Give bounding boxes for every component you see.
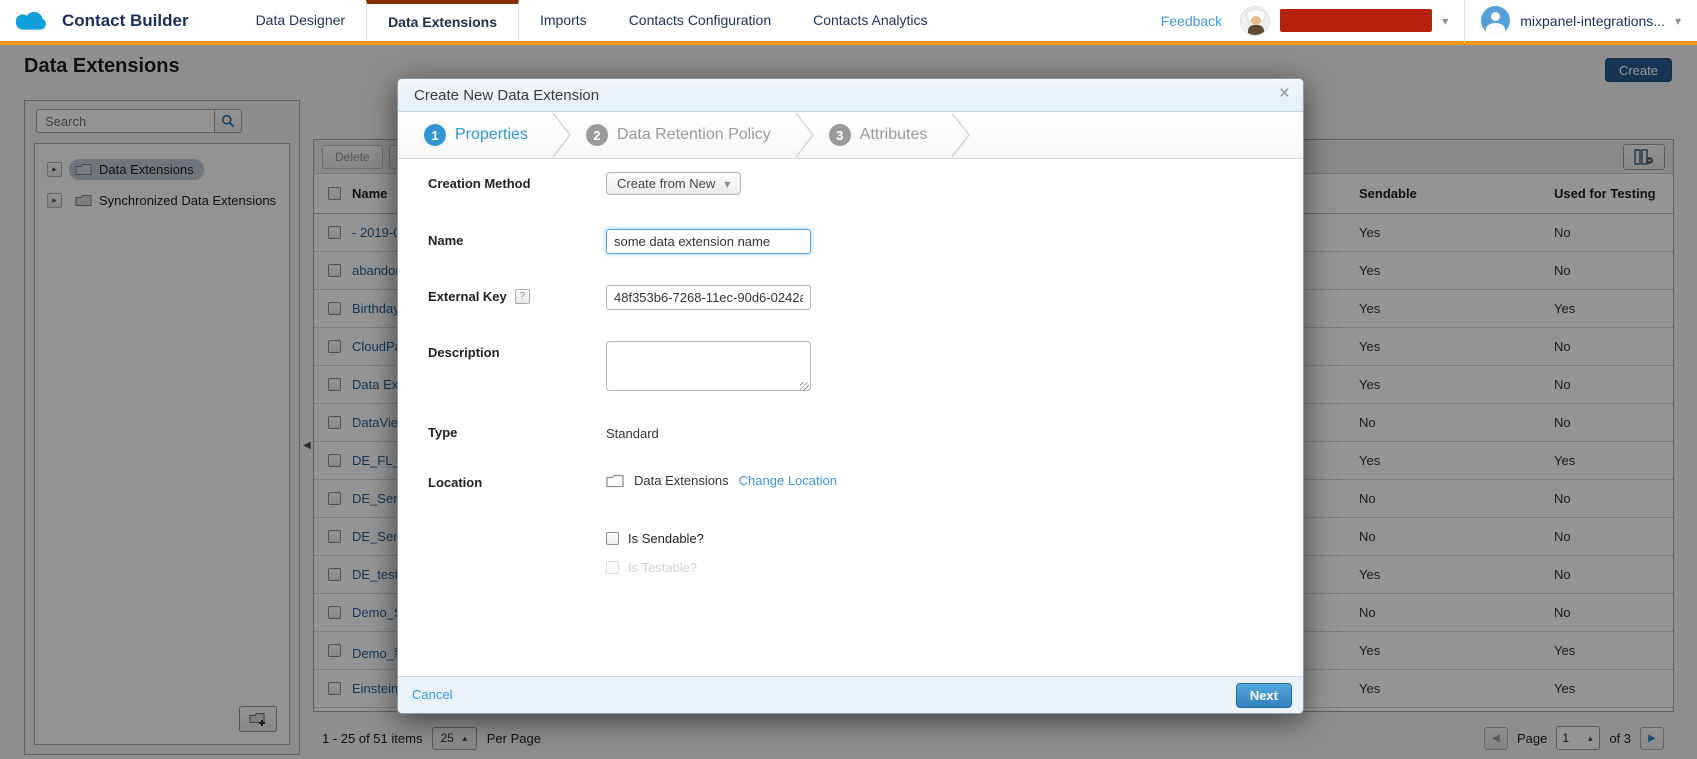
is-testable-label: Is Testable? [628, 560, 697, 575]
type-label: Type [428, 425, 457, 440]
folder-icon [606, 474, 624, 488]
redacted-account-selector[interactable] [1280, 9, 1432, 32]
tab-data-designer[interactable]: Data Designer [235, 0, 367, 41]
is-sendable-label: Is Sendable? [628, 531, 704, 546]
feedback-link[interactable]: Feedback [1161, 13, 1222, 29]
nav-tabs: Data Designer Data Extensions Imports Co… [235, 0, 949, 41]
location-value: Data Extensions [634, 473, 729, 488]
description-label: Description [428, 345, 500, 360]
tab-contacts-configuration[interactable]: Contacts Configuration [608, 0, 792, 41]
wizard-steps: 1 Properties 2 Data Retention Policy 3 A… [398, 112, 1303, 159]
step-label: Properties [455, 126, 528, 144]
account-chevron-down-icon[interactable]: ▾ [1675, 14, 1681, 28]
name-label: Name [428, 233, 463, 248]
chevron-down-icon: ▾ [724, 177, 730, 191]
creation-method-label: Creation Method [428, 176, 531, 191]
cancel-link[interactable]: Cancel [412, 687, 452, 702]
step-data-retention-policy[interactable]: 2 Data Retention Policy [574, 112, 793, 158]
is-sendable-checkbox[interactable] [606, 532, 619, 545]
einstein-avatar[interactable] [1240, 6, 1270, 36]
help-icon[interactable]: ? [515, 289, 530, 304]
step-label: Attributes [860, 126, 928, 144]
type-value: Standard [606, 426, 659, 441]
modal-header: Create New Data Extension × [398, 79, 1303, 112]
nav-divider [1464, 0, 1465, 43]
modal-footer: Cancel Next [398, 676, 1303, 713]
external-key-input[interactable] [606, 285, 811, 310]
modal-title: Create New Data Extension [414, 87, 599, 104]
creation-method-dropdown[interactable]: Create from New ▾ [606, 172, 741, 195]
app-title: Contact Builder [62, 0, 189, 41]
nav-right-group: Feedback ▾ mixpanel-integrations... ▾ [1161, 0, 1697, 41]
change-location-link[interactable]: Change Location [739, 473, 837, 488]
tab-imports[interactable]: Imports [519, 0, 608, 41]
user-avatar-icon[interactable] [1481, 6, 1510, 35]
close-icon[interactable]: × [1279, 83, 1290, 105]
modal-body: Creation Method Create from New ▾ Name E… [398, 159, 1303, 677]
account-name[interactable]: mixpanel-integrations... [1520, 13, 1665, 29]
step-number: 2 [586, 124, 608, 146]
step-chevron-separator [550, 112, 574, 158]
step-attributes[interactable]: 3 Attributes [817, 112, 950, 158]
tab-data-extensions[interactable]: Data Extensions [366, 0, 519, 41]
next-button[interactable]: Next [1236, 683, 1292, 708]
step-number: 3 [829, 124, 851, 146]
create-data-extension-modal: Create New Data Extension × 1 Properties… [397, 78, 1304, 714]
chevron-down-icon[interactable]: ▾ [1442, 14, 1448, 28]
step-number: 1 [424, 124, 446, 146]
step-label: Data Retention Policy [617, 126, 771, 144]
name-input[interactable] [606, 229, 811, 254]
step-properties[interactable]: 1 Properties [412, 112, 550, 158]
tab-contacts-analytics[interactable]: Contacts Analytics [792, 0, 948, 41]
is-testable-checkbox [606, 561, 619, 574]
resize-grip-icon[interactable] [800, 382, 809, 391]
top-nav: Contact Builder Data Designer Data Exten… [0, 0, 1697, 45]
step-chevron-separator [793, 112, 817, 158]
external-key-label: External Key [428, 289, 507, 304]
step-chevron-separator [949, 112, 973, 158]
creation-method-value: Create from New [617, 176, 715, 191]
salesforce-cloud-logo-icon [14, 8, 52, 35]
location-label: Location [428, 475, 482, 490]
description-textarea[interactable] [606, 341, 811, 391]
